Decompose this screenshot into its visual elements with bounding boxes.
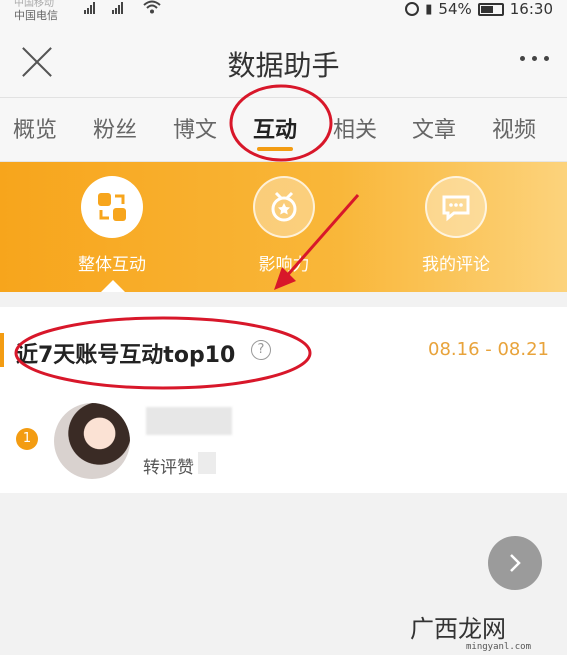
battery-percent: 54% <box>438 0 472 18</box>
alarm-icon <box>405 2 420 16</box>
status-bar: 中国移动 中国电信 ▮ 54% 16:30 <box>0 0 567 24</box>
watermark-logo: 广西龙网 <box>410 615 506 643</box>
app-header: 数据助手 <box>0 24 567 98</box>
tab-related[interactable]: 相关 <box>333 112 377 144</box>
interaction-top10-card: 近7天账号互动top10 ? 08.16 - 08.21 1 转评赞 <box>0 307 567 493</box>
tab-interaction[interactable]: 互动 <box>253 112 297 144</box>
page-title: 数据助手 <box>227 49 340 82</box>
carrier-info: 中国移动 中国电信 <box>14 0 58 22</box>
tab-overview[interactable]: 概览 <box>13 112 57 144</box>
user-subtitle: 转评赞 <box>143 458 194 478</box>
rank-badge: 1 <box>16 428 38 450</box>
date-range[interactable]: 08.16 - 08.21 <box>428 339 549 360</box>
watermark-url: mingyanl.com <box>466 642 532 652</box>
tab-videos[interactable]: 视频 <box>492 112 536 144</box>
chevron-right-icon <box>510 554 521 572</box>
feature-banner: 整体互动 影响力 我的评论 <box>0 162 567 292</box>
blurred-value <box>198 452 216 474</box>
carrier-name: 中国电信 <box>14 9 58 22</box>
battery-icon <box>477 2 504 16</box>
avatar[interactable] <box>54 403 130 479</box>
signal-icon <box>84 2 95 14</box>
feature-my-comments[interactable]: 我的评论 <box>396 176 516 275</box>
clock: 16:30 <box>509 0 553 18</box>
tab-fans[interactable]: 粉丝 <box>93 112 137 144</box>
active-tab-indicator <box>257 147 293 151</box>
interaction-icon <box>81 176 143 238</box>
wifi-icon <box>143 0 161 18</box>
feature-overall-interaction[interactable]: 整体互动 <box>52 176 172 275</box>
signal-icon-2 <box>112 2 123 14</box>
card-title: 近7天账号互动top10 <box>16 343 236 368</box>
tab-posts[interactable]: 博文 <box>173 112 217 144</box>
vibrate-icon: ▮ <box>425 1 433 17</box>
feature-label: 整体互动 <box>78 255 146 275</box>
blurred-username <box>146 407 232 435</box>
selected-feature-caret <box>101 280 125 292</box>
more-options-button[interactable] <box>520 56 549 61</box>
tab-bar: 概览 粉丝 博文 互动 相关 文章 视频 <box>0 98 567 162</box>
tab-articles[interactable]: 文章 <box>412 112 456 144</box>
comment-icon <box>425 176 487 238</box>
help-icon[interactable]: ? <box>251 340 271 360</box>
feature-label: 我的评论 <box>422 255 490 275</box>
medal-icon <box>253 176 315 238</box>
feature-label: 影响力 <box>258 255 310 275</box>
feature-influence[interactable]: 影响力 <box>224 176 344 275</box>
next-button[interactable] <box>488 536 542 590</box>
card-accent-bar <box>0 333 4 367</box>
